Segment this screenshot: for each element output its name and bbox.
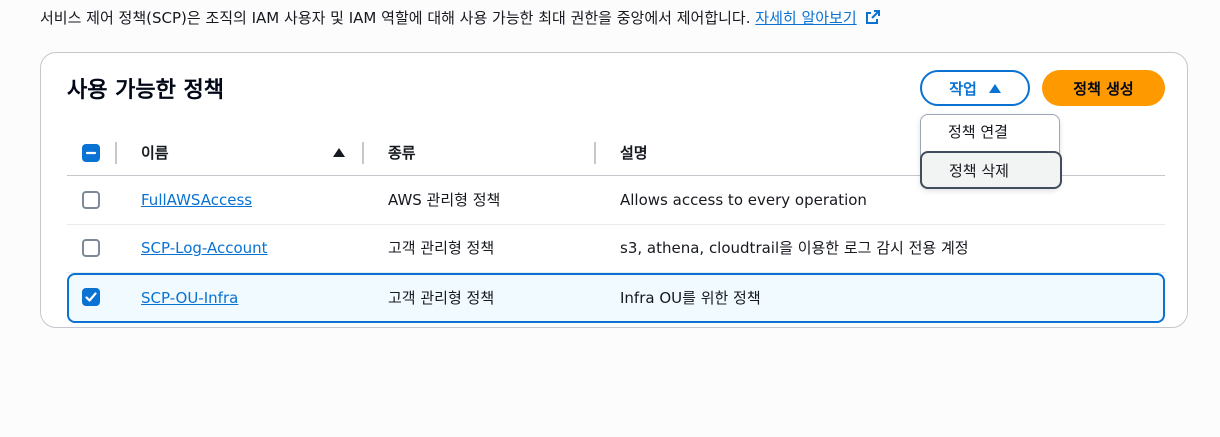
table-row[interactable]: SCP-Log-Account 고객 관리형 정책 s3, athena, cl…	[67, 224, 1165, 273]
learn-more-link[interactable]: 자세히 알아보기	[755, 9, 856, 27]
policy-type: 고객 관리형 정책	[388, 289, 495, 307]
column-divider	[115, 142, 117, 164]
policy-name-link[interactable]: FullAWSAccess	[141, 190, 252, 210]
page-description: 서비스 제어 정책(SCP)은 조직의 IAM 사용자 및 IAM 역할에 대해…	[40, 8, 881, 30]
column-header-type[interactable]: 종류	[388, 143, 416, 163]
policy-description: Infra OU를 위한 정책	[620, 289, 761, 307]
menu-item-delete-policy[interactable]: 정책 삭제	[920, 151, 1062, 189]
actions-menu: 정책 연결 정책 삭제	[920, 114, 1062, 189]
caret-up-icon	[988, 83, 1001, 93]
menu-item-attach-policy[interactable]: 정책 연결	[921, 115, 1059, 149]
column-header-name[interactable]: 이름	[141, 143, 169, 163]
row-checkbox[interactable]	[82, 191, 100, 209]
policy-type: 고객 관리형 정책	[388, 239, 495, 257]
external-link-icon[interactable]	[865, 9, 881, 30]
panel-title: 사용 가능한 정책	[67, 78, 224, 103]
indeterminate-icon	[85, 151, 97, 155]
sort-ascending-icon[interactable]	[333, 148, 345, 157]
policy-description: s3, athena, cloudtrail을 이용한 로그 감시 전용 계정	[620, 239, 969, 257]
actions-label: 작업	[949, 79, 977, 98]
policy-type: AWS 관리형 정책	[388, 191, 501, 209]
description-text: 서비스 제어 정책(SCP)은 조직의 IAM 사용자 및 IAM 역할에 대해…	[40, 9, 751, 27]
checkmark-icon	[85, 292, 97, 302]
create-policy-button[interactable]: 정책 생성	[1042, 70, 1165, 106]
row-checkbox[interactable]	[82, 239, 100, 257]
column-divider	[594, 142, 596, 164]
row-checkbox-checked[interactable]	[82, 288, 100, 306]
column-divider	[362, 142, 364, 164]
column-header-description[interactable]: 설명	[620, 143, 648, 163]
actions-dropdown-button[interactable]: 작업	[920, 70, 1030, 106]
table-row-selected[interactable]: SCP-OU-Infra 고객 관리형 정책 Infra OU를 위한 정책	[67, 273, 1165, 323]
select-all-checkbox[interactable]	[82, 144, 100, 162]
policy-name-link[interactable]: SCP-OU-Infra	[141, 288, 238, 308]
policy-description: Allows access to every operation	[620, 191, 867, 209]
policies-panel: 사용 가능한 정책 작업 정책 생성 정책 연결 정책 삭제 이름 종류 설명 …	[40, 52, 1188, 328]
policy-name-link[interactable]: SCP-Log-Account	[141, 238, 268, 258]
